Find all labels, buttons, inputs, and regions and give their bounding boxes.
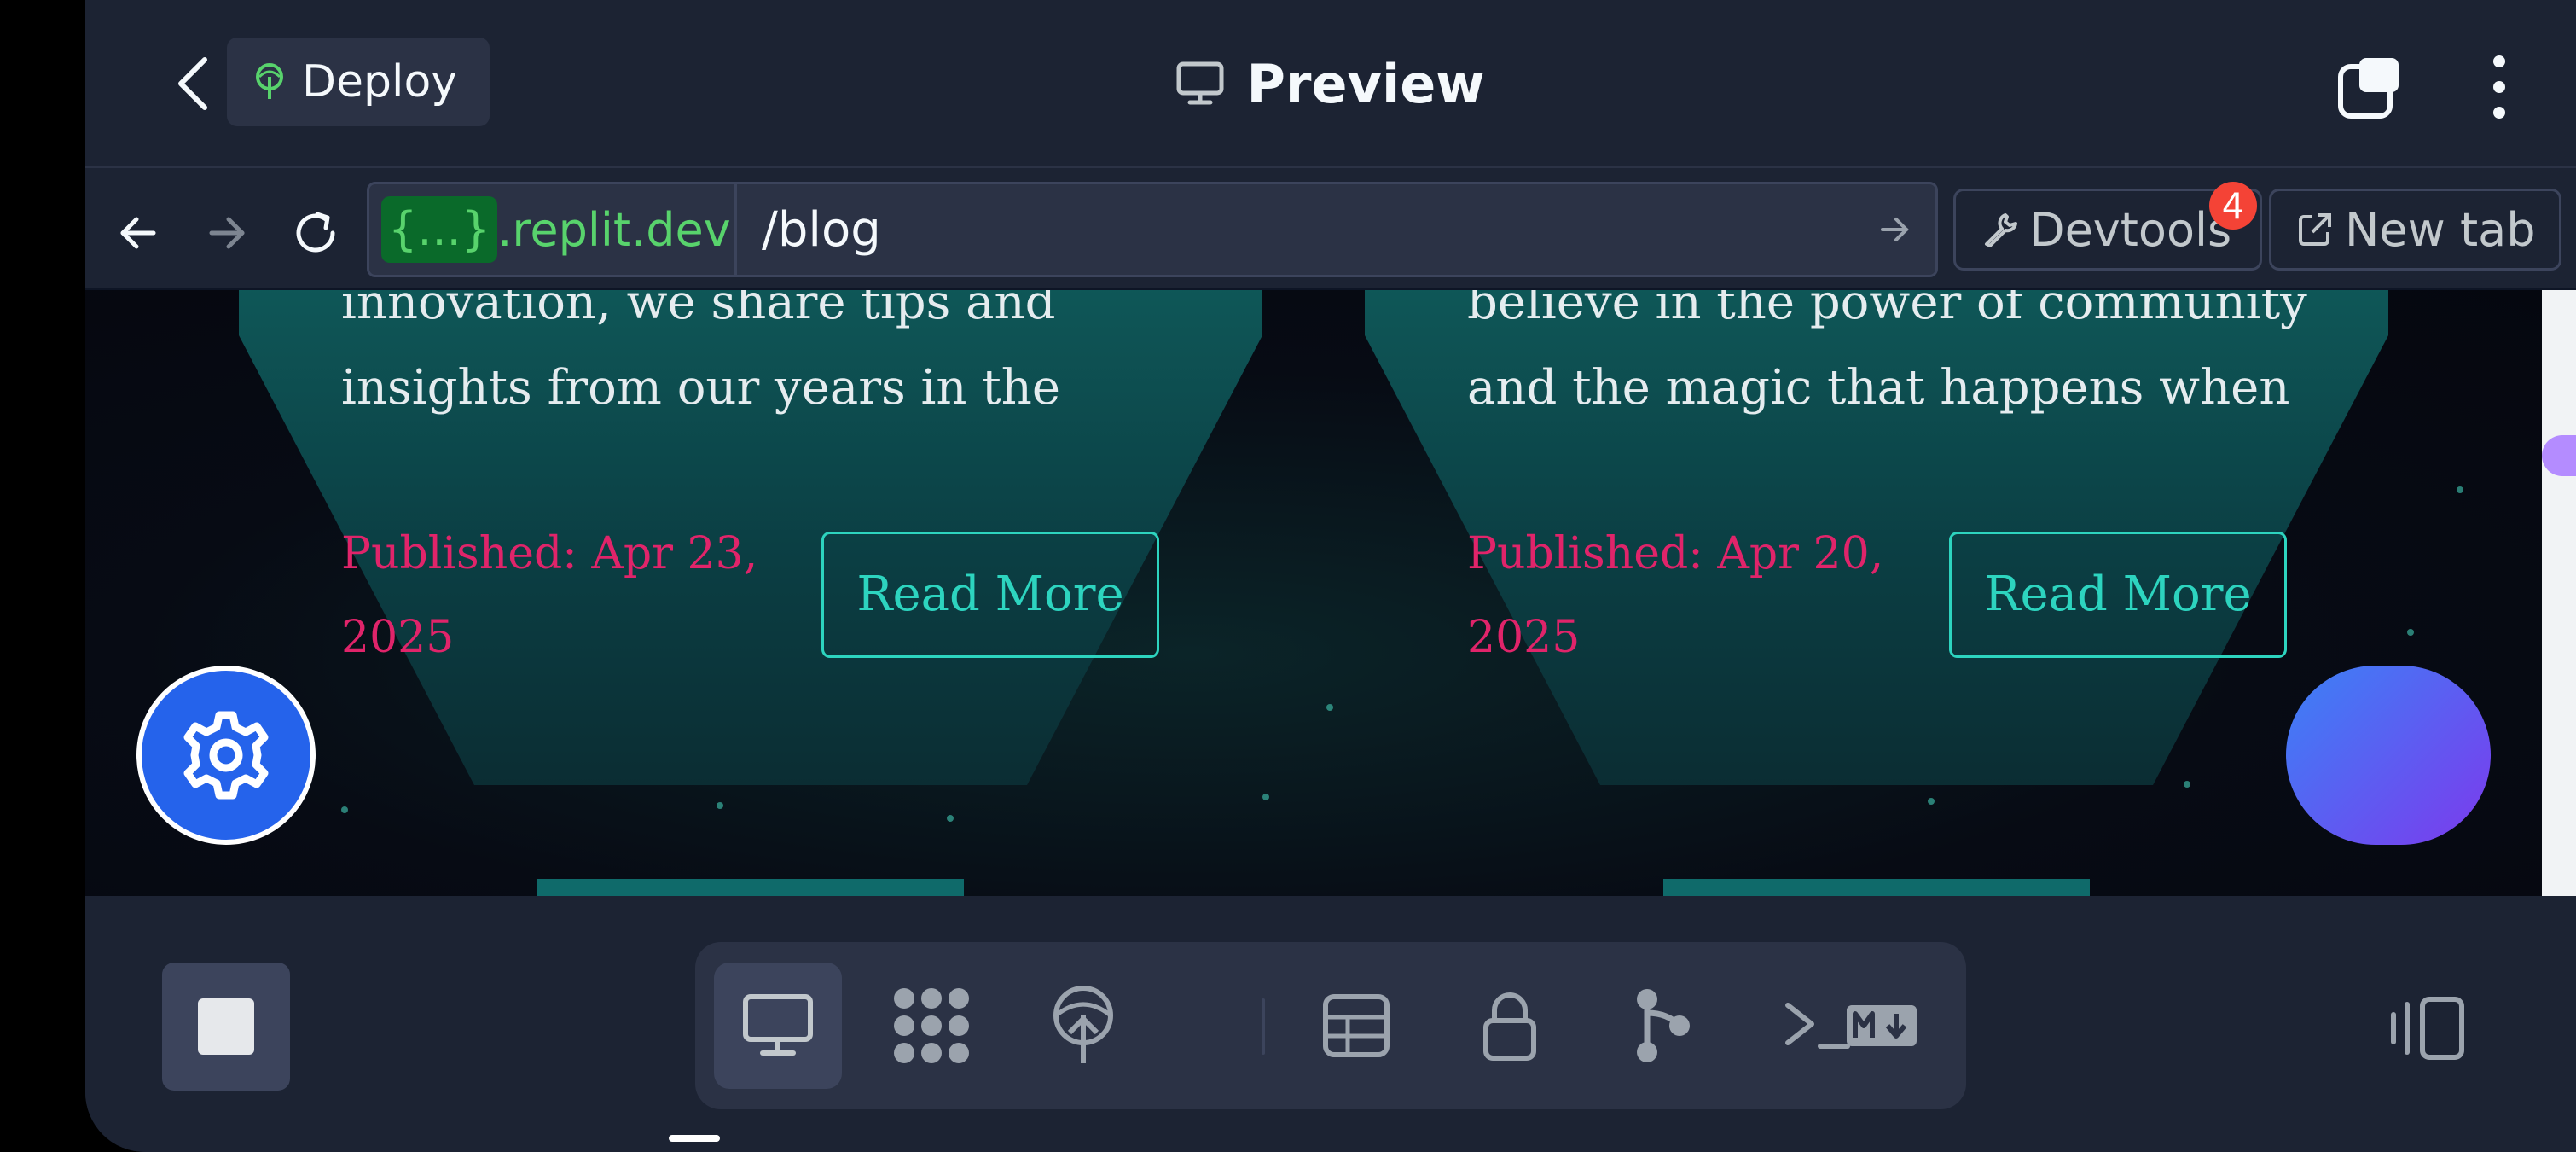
excerpt-line: innovation, we share tips and bbox=[341, 290, 1056, 330]
deploy-tool-icon bbox=[1053, 986, 1113, 1063]
url-host-braces: {...} bbox=[381, 196, 498, 263]
stop-icon bbox=[198, 998, 254, 1055]
kebab-menu-icon bbox=[2493, 55, 2505, 119]
published-date: Published: Apr 20, 2025 bbox=[1467, 528, 1884, 663]
lock-icon bbox=[1483, 992, 1536, 1061]
tool-secrets[interactable] bbox=[1446, 963, 1574, 1089]
star-dot bbox=[2407, 629, 2414, 636]
card-excerpt: innovation, we share tips and insights f… bbox=[341, 290, 1331, 431]
star-dot bbox=[341, 806, 348, 813]
tabs-icon bbox=[2338, 58, 2399, 119]
integrations-icon bbox=[894, 988, 969, 1063]
browser-toolbar: {...} .replit.dev /blog Devtools 4 New t… bbox=[85, 166, 2576, 290]
bottom-toolbar bbox=[85, 896, 2576, 1152]
preview-scrollbar[interactable] bbox=[2542, 290, 2576, 896]
preview-icon bbox=[743, 994, 813, 1056]
url-divider bbox=[734, 184, 737, 275]
devtools-label: Devtools bbox=[2029, 202, 2232, 257]
tool-dock bbox=[695, 942, 1966, 1109]
url-go-button[interactable] bbox=[1874, 208, 1917, 251]
published-date: Published: Apr 23, 2025 bbox=[341, 528, 758, 663]
star-dot bbox=[1928, 798, 1935, 805]
wrench-icon bbox=[1985, 213, 2017, 247]
top-header: Deploy Preview bbox=[85, 0, 2576, 166]
replit-app: Deploy Preview {...} .replit.dev /blog D… bbox=[85, 0, 2576, 1152]
card-base bbox=[1663, 879, 2090, 896]
tool-database[interactable] bbox=[1292, 963, 1420, 1089]
url-input[interactable]: {...} .replit.dev /blog bbox=[367, 182, 1938, 277]
tool-markdown[interactable] bbox=[1818, 963, 1946, 1089]
tabs-switcher-button[interactable] bbox=[2329, 46, 2411, 128]
star-dot bbox=[1262, 794, 1269, 800]
read-more-button[interactable]: Read More bbox=[1949, 532, 2287, 658]
star-dot bbox=[947, 815, 954, 822]
reload-button[interactable] bbox=[281, 199, 350, 267]
star-dot bbox=[717, 802, 723, 809]
devtools-count-badge: 4 bbox=[2209, 182, 2257, 230]
tool-git[interactable] bbox=[1599, 963, 1727, 1089]
card-base bbox=[537, 879, 964, 896]
assistant-fab-button[interactable] bbox=[2286, 666, 2491, 845]
monitor-icon bbox=[1176, 61, 1224, 105]
nav-back-button[interactable] bbox=[104, 199, 172, 267]
stop-button[interactable] bbox=[162, 963, 290, 1091]
arrow-right-small-icon bbox=[1881, 218, 1909, 241]
more-options-button[interactable] bbox=[2474, 46, 2525, 128]
database-icon bbox=[1323, 994, 1390, 1057]
star-dot bbox=[2184, 781, 2190, 788]
tool-integrations[interactable] bbox=[867, 963, 995, 1089]
card-excerpt: believe in the power of community and th… bbox=[1467, 290, 2457, 431]
settings-fab-button[interactable] bbox=[136, 666, 316, 845]
gear-icon bbox=[183, 711, 269, 800]
excerpt-line: believe in the power of community bbox=[1467, 290, 2307, 330]
new-tab-label: New tab bbox=[2345, 202, 2536, 257]
markdown-icon bbox=[1847, 1005, 1917, 1046]
nav-forward-button[interactable] bbox=[193, 199, 261, 267]
preview-webview: innovation, we share tips and insights f… bbox=[85, 290, 2542, 896]
dock-separator bbox=[1262, 998, 1265, 1055]
excerpt-line: insights from our years in the bbox=[341, 360, 1061, 416]
git-icon bbox=[1637, 989, 1690, 1062]
home-indicator[interactable] bbox=[669, 1135, 720, 1142]
excerpt-line: and the magic that happens when bbox=[1467, 360, 2290, 416]
read-more-button[interactable]: Read More bbox=[821, 532, 1159, 658]
new-tab-button[interactable]: New tab bbox=[2269, 189, 2561, 271]
url-path: /blog bbox=[762, 201, 881, 258]
tool-preview[interactable] bbox=[714, 963, 842, 1089]
star-dot bbox=[2457, 486, 2463, 493]
external-link-icon bbox=[2299, 213, 2331, 246]
sidebar-panel-icon bbox=[2391, 997, 2464, 1060]
url-host: {...} .replit.dev bbox=[381, 193, 731, 266]
arrow-right-icon bbox=[209, 217, 245, 249]
tool-deploy[interactable] bbox=[1019, 963, 1147, 1089]
scrollbar-thumb[interactable] bbox=[2542, 435, 2576, 476]
page-title: Preview bbox=[85, 43, 2576, 125]
arrow-left-icon bbox=[120, 217, 156, 249]
url-host-domain: .replit.dev bbox=[497, 202, 731, 257]
star-dot bbox=[1326, 704, 1333, 711]
title-text: Preview bbox=[1246, 52, 1485, 115]
panel-toggle-button[interactable] bbox=[2388, 990, 2465, 1067]
reload-icon bbox=[296, 212, 335, 253]
